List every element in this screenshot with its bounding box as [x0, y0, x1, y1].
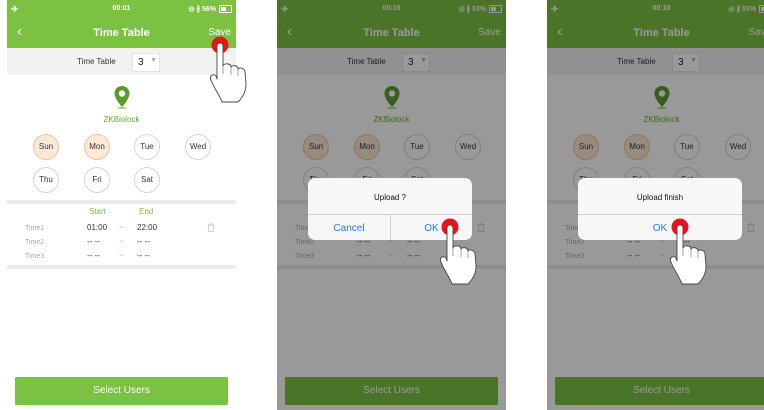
day-mon[interactable]: Mon [84, 134, 110, 160]
time-table-row: Time Table 3 ▼ [7, 48, 236, 75]
status-indicators: ◎ ∦ 56% [188, 5, 232, 14]
tap-hand-icon [210, 36, 256, 109]
time-row-end[interactable]: -- -- [137, 237, 150, 246]
select-users-button[interactable]: Select Users [15, 377, 228, 405]
trash-icon[interactable] [207, 223, 215, 232]
time-row[interactable]: Time1 01:00 ~ 22:00 [7, 223, 236, 235]
time-table-value: 3 [138, 57, 144, 68]
time-row-end[interactable]: 22:00 [137, 223, 157, 232]
day-sat[interactable]: Sat [134, 167, 160, 193]
tap-hand-icon [670, 218, 716, 291]
cancel-button[interactable]: Cancel [308, 223, 390, 234]
time-row-start[interactable]: 01:00 [87, 223, 107, 232]
time-row-name: Time2 [25, 239, 45, 246]
time-table-label: Time Table [77, 57, 116, 66]
page-title: Time Table [93, 27, 150, 39]
time-row-sep: ~ [119, 237, 124, 246]
time-row[interactable]: Time3 -- -- ~ -- -- [7, 251, 236, 263]
time-row-sep: ~ [119, 223, 124, 232]
screen-time-table: ✈ 00:01 ◎ ∦ 56% ‹ Time Table Save Time T… [7, 0, 236, 410]
section-divider [7, 265, 236, 269]
time-row[interactable]: Time2 -- -- ~ -- -- [7, 237, 236, 249]
status-bar: ✈ 00:01 ◎ ∦ 56% [7, 0, 236, 18]
day-sun[interactable]: Sun [33, 134, 59, 160]
upload-finish-dialog: Upload finish OK [578, 178, 742, 240]
tap-hand-icon [440, 218, 486, 291]
end-header: End [139, 207, 154, 216]
dialog-message: Upload finish [636, 193, 684, 202]
dropdown-arrow-icon: ▼ [150, 57, 157, 64]
bluetooth-icon: ∦ [196, 6, 201, 13]
location-pin-icon [114, 86, 130, 109]
day-fri[interactable]: Fri [84, 167, 110, 193]
time-row-start[interactable]: -- -- [87, 237, 100, 246]
time-row-name: Time3 [25, 253, 45, 260]
nav-bar: ‹ Time Table Save [7, 18, 236, 48]
day-thu[interactable]: Thu [33, 167, 59, 193]
lock-name: ZKBiolock [103, 115, 140, 124]
battery-percent: 56% [202, 6, 217, 13]
start-header: Start [89, 207, 106, 216]
time-row-end[interactable]: -- -- [137, 251, 150, 260]
ok-button[interactable]: OK [578, 223, 742, 234]
alarm-icon: ◎ [188, 6, 195, 13]
day-tue[interactable]: Tue [134, 134, 160, 160]
time-row-start[interactable]: -- -- [87, 251, 100, 260]
day-wed[interactable]: Wed [185, 134, 211, 160]
dialog-divider [578, 214, 742, 215]
battery-icon [219, 5, 232, 14]
time-table-select[interactable]: 3 ▼ [132, 53, 160, 72]
section-divider [7, 200, 236, 204]
dialog-message: Upload ? [373, 193, 407, 202]
time-row-name: Time1 [25, 225, 45, 232]
time-row-sep: ~ [119, 251, 124, 260]
